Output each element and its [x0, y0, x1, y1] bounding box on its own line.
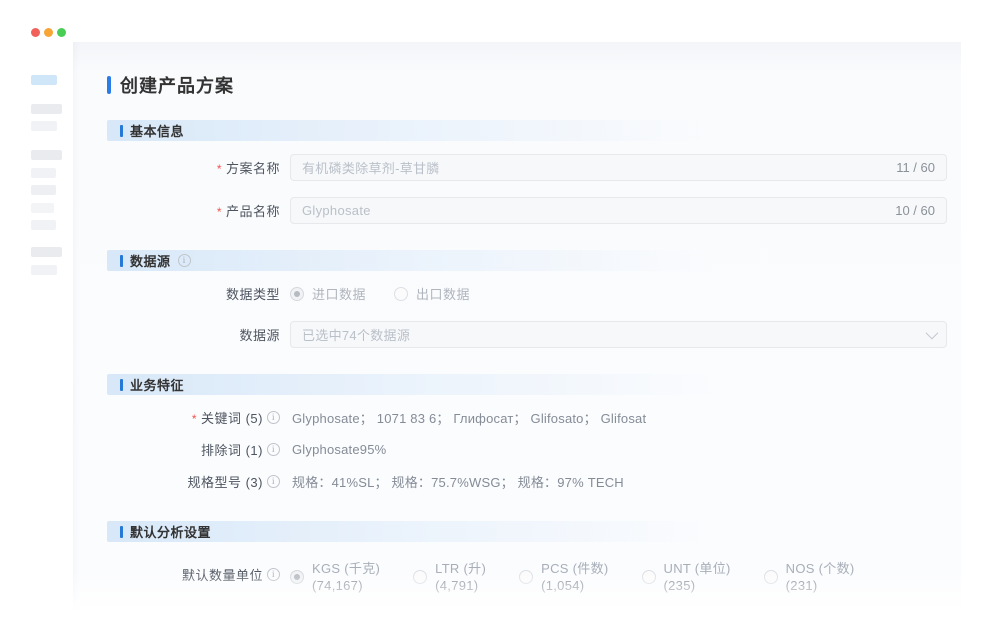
radio-icon[interactable]: [764, 570, 778, 584]
keywords-value: Glyphosate； 1071 83 6； Глифосат； Glifosa…: [292, 408, 646, 427]
sidebar-skeleton: [0, 42, 73, 629]
minimize-window-icon[interactable]: [44, 28, 53, 37]
sidebar-skeleton-bar: [31, 220, 56, 230]
radio-icon[interactable]: [394, 287, 408, 301]
unit-count-label: (231): [786, 577, 855, 594]
required-asterisk: *: [192, 413, 197, 425]
unit-code-label: PCS (件数): [541, 560, 608, 577]
info-icon[interactable]: [267, 475, 280, 488]
sidebar-skeleton-bar: [31, 150, 62, 160]
radio-icon[interactable]: [413, 570, 427, 584]
unit-code-label: KGS (千克): [312, 560, 380, 577]
unit-code-label: UNT (单位): [664, 560, 731, 577]
plan-name-input[interactable]: 有机磷类除草剂-草甘膦 11 / 60: [290, 154, 947, 181]
sidebar-skeleton-bar: [31, 247, 62, 257]
required-asterisk: *: [217, 163, 222, 175]
data-source-label: 数据源: [107, 325, 280, 344]
info-icon[interactable]: [267, 411, 280, 424]
data-type-option[interactable]: 出口数据: [394, 284, 470, 303]
unit-count-label: (235): [664, 577, 731, 594]
unit-count-label: (4,791): [435, 577, 486, 594]
field-row-default-unit: 默认数量单位 KGS (千克)(74,167) LTR (升)(4,791) PCS…: [107, 560, 947, 594]
product-name-label: * 产品名称: [107, 201, 280, 220]
sidebar-skeleton-bar: [31, 185, 56, 195]
char-counter: 10 / 60: [895, 203, 935, 218]
sidebar-skeleton-bar-active: [31, 75, 57, 85]
close-window-icon[interactable]: [31, 28, 40, 37]
unit-options: KGS (千克)(74,167) LTR (升)(4,791) PCS (件数)(1…: [290, 560, 855, 594]
unit-option[interactable]: KGS (千克)(74,167): [290, 560, 380, 594]
radio-icon[interactable]: [290, 570, 304, 584]
data-type-option[interactable]: 进口数据: [290, 284, 366, 303]
field-row-data-source-select: 数据源 已选中74个数据源: [107, 321, 947, 348]
window-controls: [31, 28, 66, 37]
section-accent-bar: [120, 379, 123, 391]
section-accent-bar: [120, 255, 123, 267]
unit-option[interactable]: PCS (件数)(1,054): [519, 560, 608, 594]
product-name-value: Glyphosate: [302, 203, 371, 218]
keywords-label: * 关键词 (5): [107, 408, 280, 427]
info-icon[interactable]: [178, 254, 191, 267]
unit-option[interactable]: NOS (个数)(231): [764, 560, 855, 594]
data-source-select[interactable]: 已选中74个数据源: [290, 321, 947, 348]
product-name-input[interactable]: Glyphosate 10 / 60: [290, 197, 947, 224]
exclude-words-value: Glyphosate95%: [292, 442, 386, 457]
unit-option[interactable]: LTR (升)(4,791): [413, 560, 486, 594]
required-asterisk: *: [217, 206, 222, 218]
radio-icon[interactable]: [290, 287, 304, 301]
sidebar-skeleton-bar: [31, 104, 62, 114]
field-row-exclude-words: 排除词 (1) Glyphosate95%: [107, 440, 947, 459]
field-row-plan-name: * 方案名称 有机磷类除草剂-草甘膦 11 / 60: [107, 154, 947, 181]
char-counter: 11 / 60: [896, 160, 935, 175]
title-accent-bar: [107, 76, 111, 94]
section-header-basic-info: 基本信息: [107, 120, 947, 141]
radio-icon[interactable]: [642, 570, 656, 584]
section-title: 默认分析设置: [130, 522, 211, 541]
zoom-window-icon[interactable]: [57, 28, 66, 37]
default-unit-label: 默认数量单位: [107, 560, 280, 584]
chevron-down-icon: [926, 327, 939, 340]
field-row-product-name: * 产品名称 Glyphosate 10 / 60: [107, 197, 947, 224]
unit-count-label: (74,167): [312, 577, 380, 594]
section-title: 业务特征: [130, 375, 184, 394]
section-title: 基本信息: [130, 121, 184, 140]
sidebar-skeleton-bar: [31, 265, 57, 275]
unit-code-label: NOS (个数): [786, 560, 855, 577]
info-icon[interactable]: [267, 568, 280, 581]
data-source-selected-value: 已选中74个数据源: [302, 325, 410, 344]
field-row-data-type: 数据类型 进口数据 出口数据: [107, 284, 947, 303]
sidebar-skeleton-bar: [31, 168, 56, 178]
sidebar-skeleton-bar: [31, 203, 54, 213]
form-panel: 创建产品方案 基本信息 * 方案名称 有机磷类除草剂-草甘膦 11 / 60 *: [73, 42, 961, 629]
info-icon[interactable]: [267, 443, 280, 456]
plan-name-label: * 方案名称: [107, 158, 280, 177]
section-accent-bar: [120, 125, 123, 137]
unit-count-label: (1,054): [541, 577, 608, 594]
spec-model-label: 规格型号 (3): [107, 472, 280, 491]
data-type-label: 数据类型: [107, 284, 280, 303]
unit-code-label: LTR (升): [435, 560, 486, 577]
exclude-words-label: 排除词 (1): [107, 440, 280, 459]
field-row-spec-model: 规格型号 (3) 规格：41%SL； 规格：75.7%WSG； 规格：97% T…: [107, 472, 947, 491]
section-header-default-analysis: 默认分析设置: [107, 521, 947, 542]
section-accent-bar: [120, 526, 123, 538]
sidebar-skeleton-bar: [31, 121, 57, 131]
section-header-data-source: 数据源: [107, 250, 947, 271]
plan-name-value: 有机磷类除草剂-草甘膦: [302, 158, 440, 177]
page-title-row: 创建产品方案: [107, 72, 947, 98]
app-window: 创建产品方案 基本信息 * 方案名称 有机磷类除草剂-草甘膦 11 / 60 *: [0, 0, 1000, 629]
unit-option[interactable]: UNT (单位)(235): [642, 560, 731, 594]
section-title: 数据源: [130, 251, 171, 270]
page-title: 创建产品方案: [120, 72, 234, 98]
field-row-keywords: * 关键词 (5) Glyphosate； 1071 83 6； Глифоса…: [107, 408, 947, 427]
radio-icon[interactable]: [519, 570, 533, 584]
section-header-business-features: 业务特征: [107, 374, 947, 395]
spec-model-value: 规格：41%SL； 规格：75.7%WSG； 规格：97% TECH: [292, 472, 624, 491]
